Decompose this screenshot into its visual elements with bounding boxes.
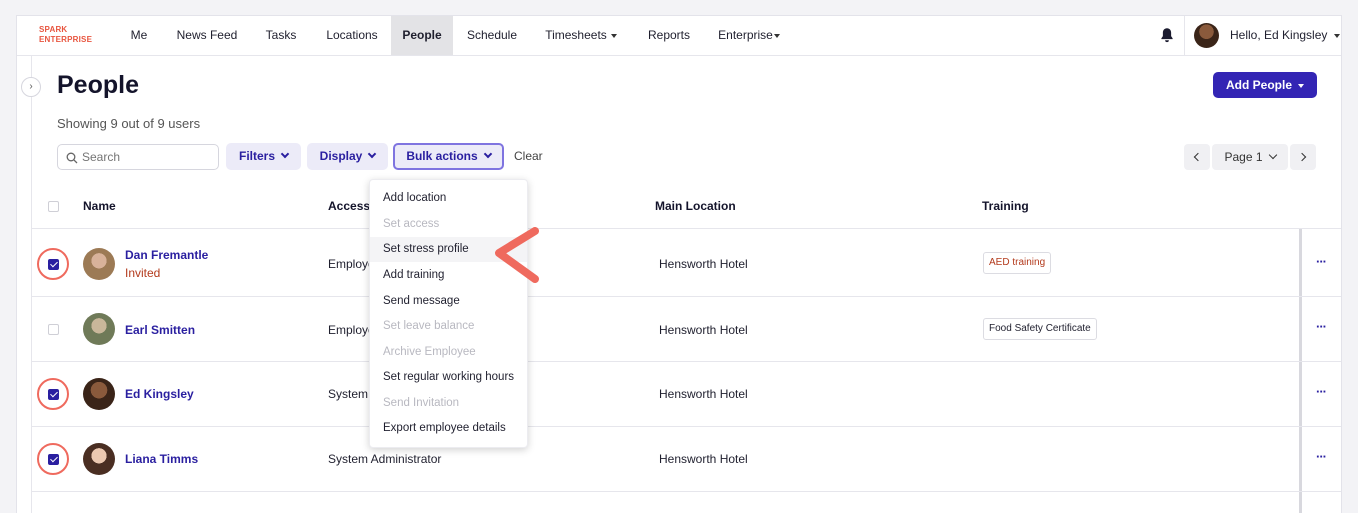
nav-item-me[interactable]: Me (121, 16, 157, 55)
access-cell: System Administrator (328, 452, 442, 466)
app-window: SPARK ENTERPRISE Me News Feed Tasks Loca… (16, 15, 1342, 513)
select-all-checkbox[interactable] (48, 201, 59, 212)
caret-down-icon (610, 33, 617, 38)
column-header-access[interactable]: Access (328, 199, 370, 213)
page-select[interactable]: Page 1 (1212, 144, 1288, 170)
add-people-button[interactable]: Add People (1213, 72, 1317, 98)
nav-item-reports[interactable]: Reports (641, 16, 697, 55)
display-button[interactable]: Display (307, 143, 388, 170)
search-input[interactable] (82, 149, 212, 165)
prev-page-button[interactable] (1184, 144, 1210, 170)
avatar (83, 443, 115, 475)
location-cell: Hensworth Hotel (659, 387, 748, 401)
search-field[interactable] (57, 144, 219, 170)
bell-icon[interactable] (1158, 26, 1176, 44)
training-badge: AED training (983, 252, 1052, 274)
row-checkbox[interactable] (48, 259, 59, 270)
avatar (83, 248, 115, 280)
nav-item-tasks[interactable]: Tasks (258, 16, 304, 55)
location-cell: Hensworth Hotel (659, 257, 748, 271)
row-actions-icon[interactable]: ··· (1316, 384, 1327, 399)
chevron-down-icon (280, 149, 290, 159)
bulk-actions-menu: Add location Set access Set stress profi… (369, 179, 528, 448)
menu-item-add-location[interactable]: Add location (370, 186, 527, 211)
row-divider (31, 426, 1341, 427)
annotation-arrow-icon (495, 227, 539, 283)
invited-status: Invited (125, 266, 161, 280)
next-page-button[interactable] (1290, 144, 1316, 170)
avatar (83, 313, 115, 345)
column-header-name[interactable]: Name (83, 199, 116, 213)
nav-item-enterprise[interactable]: Enterprise (713, 16, 785, 55)
employee-name-link[interactable]: Ed Kingsley (125, 387, 194, 401)
menu-item-send-message[interactable]: Send message (370, 289, 527, 314)
vertical-scrollbar[interactable] (1299, 229, 1302, 513)
row-divider (31, 491, 1341, 492)
caret-down-icon (1298, 83, 1304, 88)
bulk-actions-button[interactable]: Bulk actions (393, 143, 504, 170)
filters-button[interactable]: Filters (226, 143, 301, 170)
row-checkbox[interactable] (48, 389, 59, 400)
nav-item-people[interactable]: People (391, 16, 453, 55)
menu-item-archive-employee: Archive Employee (383, 346, 476, 358)
sidebar-edge (31, 56, 32, 513)
logo-line-2: ENTERPRISE (39, 35, 93, 44)
menu-item-send-invitation: Send Invitation (383, 397, 460, 409)
user-count: Showing 9 out of 9 users (57, 116, 201, 131)
nav-item-locations[interactable]: Locations (317, 16, 387, 55)
column-header-training[interactable]: Training (982, 199, 1029, 213)
row-actions-icon[interactable]: ··· (1316, 449, 1327, 464)
chevron-right-icon: › (29, 81, 33, 92)
user-menu[interactable]: Hello, Ed Kingsley (1230, 16, 1341, 55)
training-badge: Food Safety Certificate (983, 318, 1097, 340)
menu-item-set-regular-working-hours[interactable]: Set regular working hours (370, 365, 527, 390)
employee-name-link[interactable]: Dan Fremantle (125, 248, 208, 262)
spark-logo[interactable]: SPARK ENTERPRISE (39, 25, 109, 45)
location-cell: Hensworth Hotel (659, 323, 748, 337)
menu-item-export-employee-details[interactable]: Export employee details (370, 416, 527, 441)
row-actions-icon[interactable]: ··· (1316, 319, 1327, 334)
caret-down-icon (773, 33, 780, 38)
chevron-down-icon (483, 149, 492, 159)
employee-name-link[interactable]: Liana Timms (125, 452, 198, 466)
location-cell: Hensworth Hotel (659, 452, 748, 466)
avatar (83, 378, 115, 410)
row-checkbox[interactable] (48, 454, 59, 465)
user-avatar[interactable] (1194, 23, 1219, 48)
access-cell: System Administrator (328, 387, 368, 401)
column-header-main-location[interactable]: Main Location (655, 199, 736, 213)
logo-line-1: SPARK (39, 25, 68, 34)
row-checkbox[interactable] (48, 324, 59, 335)
header-divider (31, 228, 1341, 229)
page-title: People (57, 71, 139, 99)
row-actions-icon[interactable]: ··· (1316, 254, 1327, 269)
chevron-down-icon (1268, 150, 1277, 160)
nav-item-timesheets[interactable]: Timesheets (539, 16, 623, 55)
top-nav: SPARK ENTERPRISE Me News Feed Tasks Loca… (17, 16, 1341, 56)
nav-item-news-feed[interactable]: News Feed (169, 16, 245, 55)
row-divider (31, 296, 1341, 297)
nav-divider (1184, 16, 1185, 55)
nav-item-schedule[interactable]: Schedule (460, 16, 524, 55)
clear-button[interactable]: Clear (514, 149, 543, 163)
menu-item-set-leave-balance: Set leave balance (383, 320, 475, 332)
chevron-down-icon (368, 149, 377, 159)
chevron-right-icon (1297, 152, 1307, 162)
expand-sidebar-button[interactable]: › (21, 77, 41, 97)
row-divider (31, 361, 1341, 362)
caret-down-icon (1334, 33, 1341, 38)
chevron-left-icon (1193, 152, 1203, 162)
search-icon (66, 152, 78, 164)
employee-name-link[interactable]: Earl Smitten (125, 323, 195, 337)
